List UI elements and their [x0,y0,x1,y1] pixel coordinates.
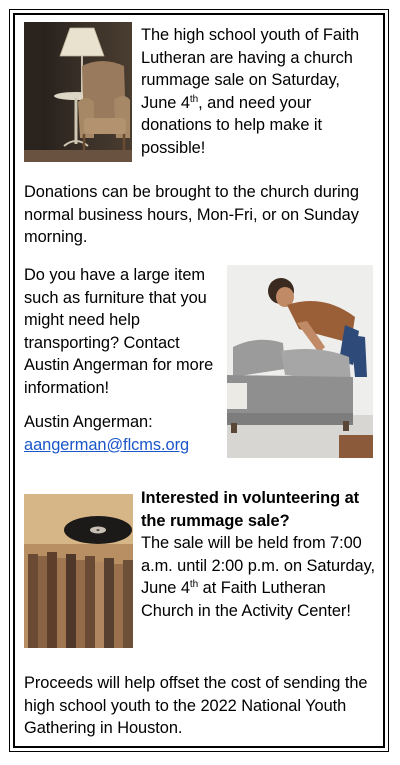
proceeds-paragraph: Proceeds will help offset the cost of se… [24,674,368,737]
vinyl-records-image [24,494,133,648]
donations-info-text: Donations can be brought to the church d… [24,181,374,249]
date-ordinal-suffix: th [189,93,199,105]
sofa-image [227,265,373,458]
antique-chair-image [24,22,132,162]
volunteer-heading: Interested in volunteering at the rummag… [141,489,360,530]
volunteer-text: Interested in volunteering at the rummag… [141,487,377,622]
sale-announcement-text: The high school youth of Faith Lutheran … [141,24,371,159]
proceeds-text: Proceeds will help offset the cost of se… [24,672,374,740]
volunteer-date-ordinal-suffix: th [189,579,199,590]
contact-label: Austin Angerman: [24,413,153,431]
large-item-paragraph: Do you have a large item such as furnitu… [24,266,214,397]
large-item-text: Do you have a large item such as furnitu… [24,264,224,456]
donations-paragraph: Donations can be brought to the church d… [24,183,359,246]
contact-email-link[interactable]: aangerman@flcms.org [24,436,189,454]
